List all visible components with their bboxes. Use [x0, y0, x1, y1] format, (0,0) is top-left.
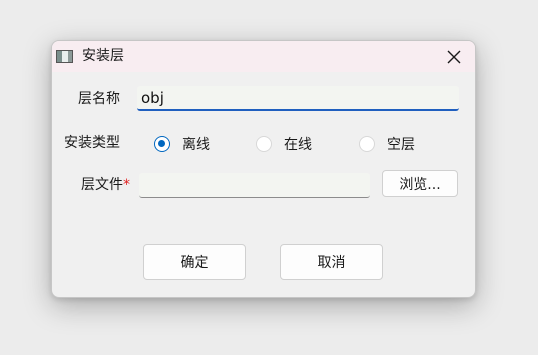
install-type-label: 安装类型	[64, 135, 120, 151]
install-layer-dialog: 安装层 层名称 安装类型 离线 在线 空层 层文件* 浏览... 确定 取消	[51, 40, 476, 298]
window-title: 安装层	[82, 48, 124, 64]
cancel-button[interactable]: 取消	[280, 244, 383, 280]
layer-file-input[interactable]	[139, 173, 370, 198]
window-app-icon	[56, 50, 73, 63]
radio-empty-layer[interactable]: 空层	[359, 134, 415, 154]
radio-online-label: 在线	[284, 137, 312, 153]
browse-button[interactable]: 浏览...	[382, 170, 458, 197]
required-mark: *	[123, 177, 130, 193]
radio-offline-indicator	[154, 136, 170, 152]
radio-offline[interactable]: 离线	[154, 134, 210, 154]
ok-button[interactable]: 确定	[143, 244, 246, 280]
radio-empty-layer-indicator	[359, 136, 375, 152]
radio-empty-layer-label: 空层	[387, 137, 415, 153]
layer-file-label-text: 层文件	[81, 177, 123, 193]
radio-offline-label: 离线	[182, 137, 210, 153]
close-icon	[447, 50, 461, 63]
title-bar: 安装层	[52, 41, 475, 72]
layer-name-input[interactable]	[137, 86, 459, 111]
radio-online[interactable]: 在线	[256, 134, 312, 154]
radio-online-indicator	[256, 136, 272, 152]
close-button[interactable]	[433, 41, 475, 72]
layer-file-label: 层文件*	[81, 176, 130, 194]
name-label: 层名称	[78, 91, 120, 107]
